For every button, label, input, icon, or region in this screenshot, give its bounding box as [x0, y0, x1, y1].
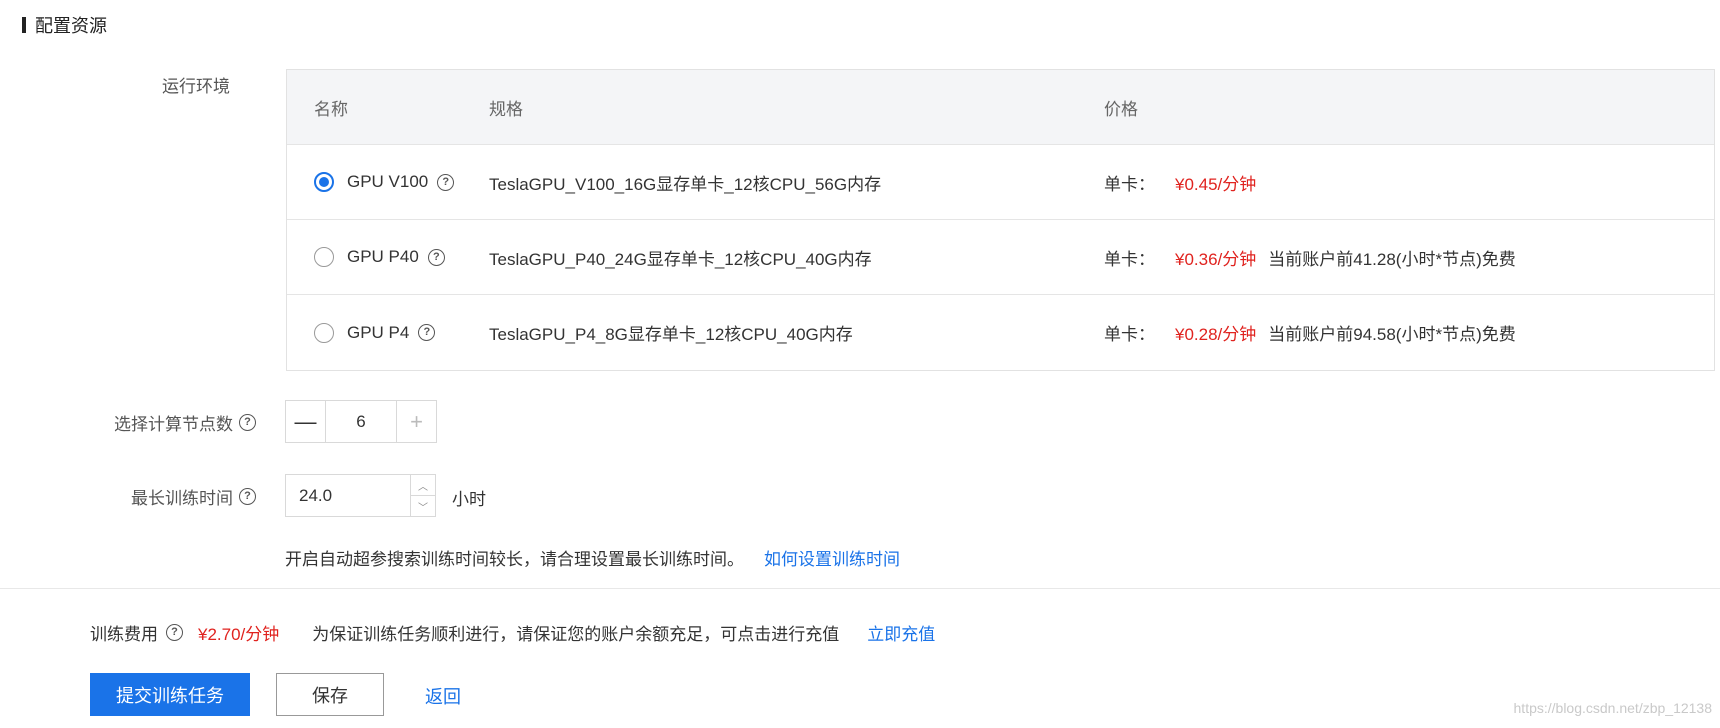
env-row-name-cell: GPU P4 ? [314, 295, 436, 370]
env-row-p40[interactable]: GPU P40 ? TeslaGPU_P40_24G显存单卡_12核CPU_40… [287, 220, 1714, 295]
question-circle-icon[interactable]: ? [437, 173, 455, 191]
env-table-header: 名称 规格 价格 [287, 70, 1714, 145]
nodes-label: 选择计算节点数 ? [60, 410, 256, 434]
how-to-set-time-link[interactable]: 如何设置训练时间 [764, 545, 900, 570]
env-spec: TeslaGPU_P40_24G显存单卡_12核CPU_40G内存 [489, 249, 872, 269]
question-circle-icon[interactable]: ? [239, 413, 256, 431]
env-row-v100[interactable]: GPU V100 ? TeslaGPU_V100_16G显存单卡_12核CPU_… [287, 145, 1714, 220]
env-price-cell: 单卡： ¥0.28/分钟 当前账户前94.58(小时*节点)免费 [1104, 295, 1516, 370]
chevron-down-icon[interactable]: ﹀ [411, 496, 435, 516]
decrement-button[interactable]: — [286, 401, 326, 442]
env-spec: TeslaGPU_P4_8G显存单卡_12核CPU_40G内存 [489, 325, 853, 344]
max-time-label-text: 最长训练时间 [131, 488, 233, 508]
env-label-text: 运行环境 [162, 76, 230, 96]
radio-unchecked-icon[interactable] [314, 247, 334, 267]
price-value: ¥0.45/分钟 [1175, 174, 1257, 194]
header-name: 名称 [314, 99, 348, 119]
price-label: 单卡： [1104, 249, 1155, 269]
env-name: GPU P4 [347, 322, 410, 342]
env-row-p4[interactable]: GPU P4 ? TeslaGPU_P4_8G显存单卡_12核CPU_40G内存… [287, 295, 1714, 370]
max-time-input: 24.0 ︿ ﹀ [285, 474, 436, 517]
submit-training-button[interactable]: 提交训练任务 [90, 673, 250, 716]
free-quota-note: 当前账户前94.58(小时*节点)免费 [1268, 325, 1516, 344]
env-name: GPU P40 [347, 247, 419, 266]
max-time-label: 最长训练时间 ? [60, 484, 256, 508]
header-spec: 规格 [489, 99, 523, 119]
watermark: https://blog.csdn.net/zbp_12138 [1513, 700, 1712, 716]
fee-label: 训练费用 [90, 625, 158, 644]
price-label: 单卡： [1104, 325, 1155, 344]
question-circle-icon[interactable]: ? [427, 248, 445, 266]
recharge-link[interactable]: 立即充值 [867, 620, 935, 645]
env-price-cell: 单卡： ¥0.36/分钟 当前账户前41.28(小时*节点)免费 [1104, 220, 1516, 294]
question-circle-icon[interactable]: ? [239, 487, 256, 505]
fee-row: 训练费用 ? ¥2.70/分钟 为保证训练任务顺利进行，请保证您的账户余额充足，… [90, 620, 935, 645]
time-tip: 开启自动超参搜索训练时间较长，请合理设置最长训练时间。 如何设置训练时间 [285, 545, 900, 570]
time-tip-text: 开启自动超参搜索训练时间较长，请合理设置最长训练时间。 [285, 550, 744, 569]
price-value: ¥0.28/分钟 [1175, 325, 1257, 344]
env-price-cell: 单卡： ¥0.45/分钟 [1104, 145, 1256, 219]
back-link[interactable]: 返回 [425, 683, 461, 709]
section-bar-icon [22, 17, 26, 33]
chevron-up-icon[interactable]: ︿ [411, 475, 435, 496]
free-quota-note: 当前账户前41.28(小时*节点)免费 [1268, 249, 1516, 269]
nodes-label-text: 选择计算节点数 [114, 414, 233, 434]
nodes-input[interactable]: 6 [326, 401, 396, 442]
radio-unchecked-icon[interactable] [314, 322, 334, 343]
header-price: 价格 [1104, 99, 1138, 119]
question-circle-icon[interactable]: ? [166, 624, 183, 641]
save-button[interactable]: 保存 [276, 673, 384, 716]
fee-notice: 为保证训练任务顺利进行，请保证您的账户余额充足，可点击进行充值 [312, 625, 840, 644]
divider [0, 588, 1720, 589]
section-title-text: 配置资源 [35, 16, 107, 36]
max-time-value[interactable]: 24.0 [286, 475, 410, 516]
env-row-name-cell: GPU V100 ? [314, 145, 455, 219]
fee-value: ¥2.70/分钟 [198, 625, 280, 644]
radio-checked-icon[interactable] [314, 172, 334, 192]
increment-button[interactable]: + [396, 401, 436, 442]
nodes-stepper: — 6 + [285, 400, 437, 443]
section-title: 配置资源 [22, 12, 107, 38]
price-label: 单卡： [1104, 174, 1155, 194]
question-circle-icon[interactable]: ? [418, 324, 436, 341]
env-name: GPU V100 [347, 172, 429, 191]
price-value: ¥0.36/分钟 [1175, 249, 1257, 269]
env-label: 运行环境 [100, 72, 230, 96]
env-spec: TeslaGPU_V100_16G显存单卡_12核CPU_56G内存 [489, 174, 882, 194]
max-time-unit: 小时 [452, 490, 486, 509]
env-table: 名称 规格 价格 GPU V100 ? TeslaGPU_V100_16G显存单… [286, 69, 1715, 371]
env-row-name-cell: GPU P40 ? [314, 220, 445, 294]
max-time-spinner: ︿ ﹀ [410, 475, 435, 516]
